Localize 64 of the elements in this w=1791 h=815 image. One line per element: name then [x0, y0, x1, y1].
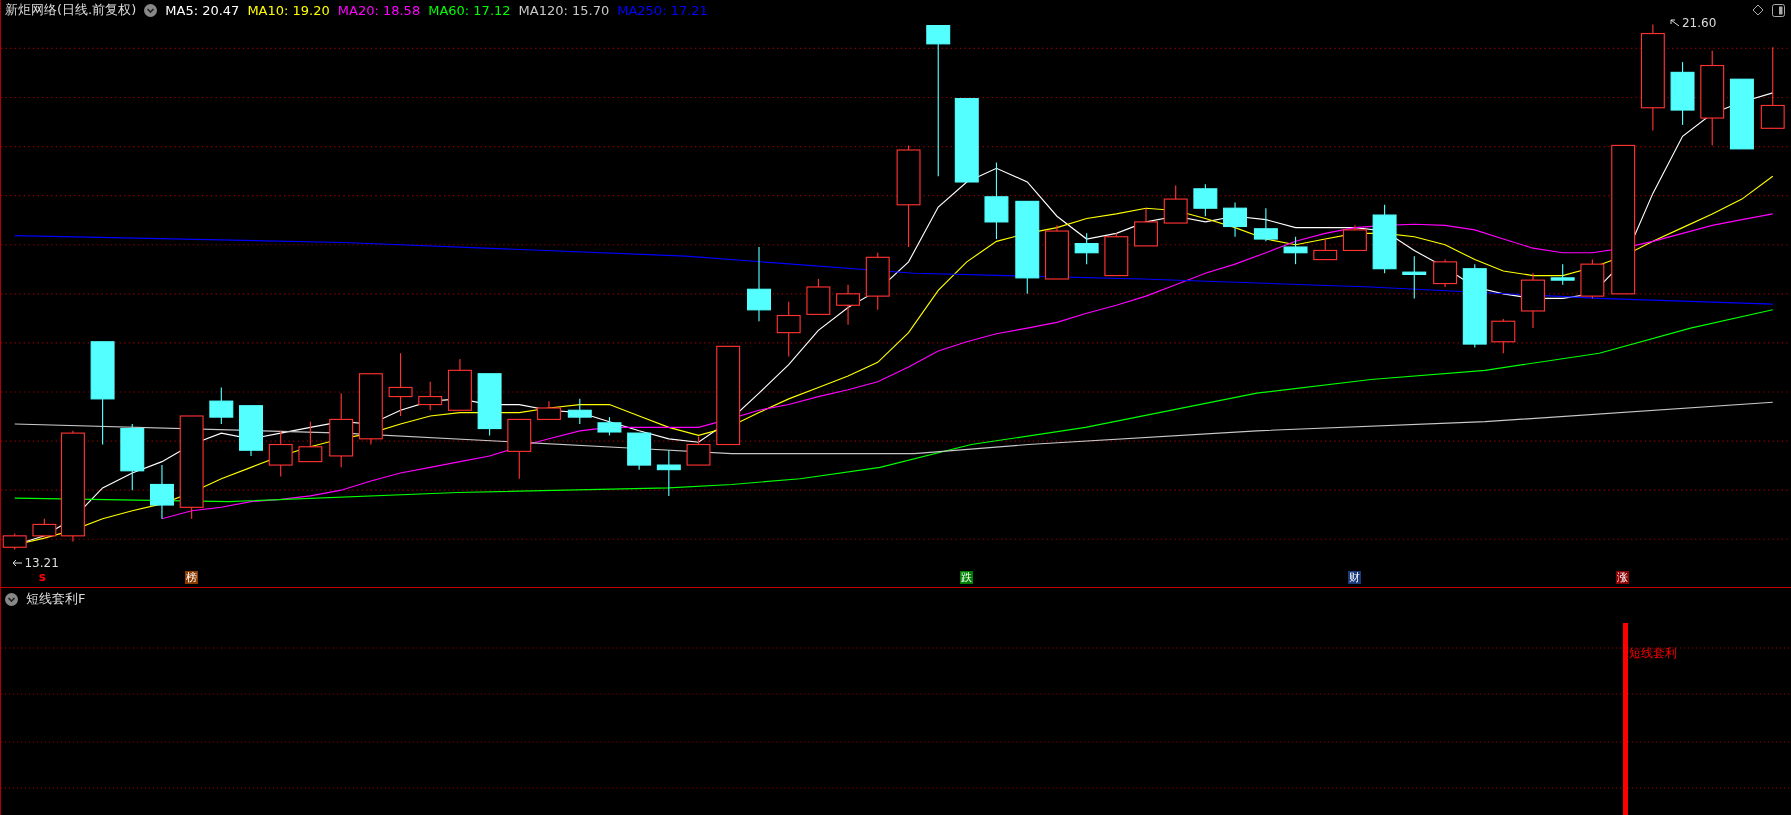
- candlestick: [1433, 258, 1458, 288]
- candlestick: [1193, 183, 1218, 217]
- candlestick: [627, 432, 652, 470]
- candlestick: [239, 404, 263, 457]
- candlestick: [1402, 255, 1427, 299]
- signal-marker: s: [38, 569, 46, 584]
- candlestick: [1045, 224, 1069, 280]
- candlestick: [656, 449, 681, 497]
- candlestick: [298, 420, 323, 462]
- candlestick: [1283, 235, 1308, 265]
- price-label: 21.60: [1682, 16, 1717, 31]
- candlestick: [1521, 272, 1545, 329]
- candlestick: [597, 416, 622, 436]
- dropdown-icon[interactable]: [144, 3, 158, 17]
- candlestick: [1580, 258, 1605, 299]
- candlestick: [32, 517, 57, 539]
- candlestick: [1104, 232, 1129, 276]
- arrow-icon: [1670, 19, 1680, 28]
- moving-average-label: MA10: 19.20: [247, 2, 330, 18]
- candlestick: [567, 398, 592, 425]
- candlestick: [120, 423, 145, 491]
- candlestick: [1491, 318, 1516, 354]
- candlestick: [447, 358, 472, 411]
- signal-marker: 跌: [959, 571, 973, 584]
- moving-average-label: MA5: 20.47: [165, 2, 240, 18]
- arrow-icon: [12, 559, 23, 568]
- candlestick: [836, 283, 861, 325]
- candlestick: [507, 418, 532, 480]
- moving-average-label: MA20: 18.58: [337, 2, 421, 18]
- candlestick: [1550, 263, 1575, 286]
- candlestick: [150, 464, 174, 520]
- chart-title: 新炬网络(日线.前复权): [5, 1, 137, 20]
- panel-layout-icon[interactable]: [1772, 3, 1785, 17]
- candlestick: [1313, 238, 1338, 260]
- candlestick: [1074, 232, 1099, 265]
- candlestick: [268, 430, 293, 477]
- candlestick: [1670, 61, 1695, 126]
- candlestick: [1253, 207, 1278, 242]
- candlestick: [209, 386, 234, 425]
- candlestick: [806, 278, 831, 315]
- diamond-icon[interactable]: [1752, 4, 1764, 17]
- candlestick: [418, 380, 443, 411]
- candlestick: [388, 352, 413, 417]
- dropdown-icon[interactable]: [5, 592, 18, 606]
- candlestick: [1163, 184, 1188, 224]
- candlestick: [536, 400, 561, 420]
- indicator-title: 短线套利F: [26, 590, 86, 608]
- signal-marker: 财: [1348, 571, 1362, 584]
- signal-label: 短线套利: [1629, 645, 1677, 662]
- moving-average-label: MA120: 15.70: [518, 2, 610, 18]
- candlestick: [477, 372, 502, 436]
- candlestick: [686, 435, 711, 466]
- candlestick: [1372, 204, 1397, 274]
- price-label: 13.21: [24, 556, 59, 571]
- candlestick: [1223, 201, 1248, 238]
- signal-marker: 榜: [184, 571, 198, 584]
- candlestick: [776, 301, 801, 357]
- moving-average-label: MA250: 17.21: [617, 2, 708, 18]
- candlestick: [1342, 224, 1367, 251]
- moving-average-label: MA60: 17.12: [428, 2, 511, 18]
- candlestick: [865, 251, 890, 311]
- candlestick: [1134, 207, 1158, 247]
- signal-marker: 涨: [1616, 571, 1630, 584]
- candlestick: [1729, 78, 1754, 150]
